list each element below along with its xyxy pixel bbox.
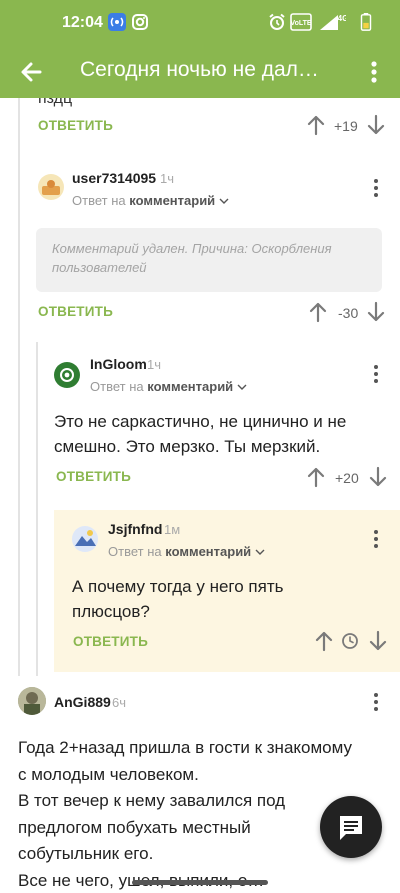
- post-title: Сегодня ночью не дал…: [80, 58, 319, 81]
- comment-text: Это не саркастично, не цинично и не смеш…: [54, 412, 347, 456]
- status-time: 12:04: [62, 14, 103, 31]
- status-bar: 12:04 VoLTE 4G: [0, 0, 400, 46]
- reply-to-line[interactable]: Ответ на комментарий: [108, 544, 265, 559]
- comment-age: 1ч: [160, 171, 175, 186]
- gesture-nav-handle[interactable]: [132, 880, 268, 885]
- upvote-icon[interactable]: [306, 466, 326, 488]
- chevron-down-icon: [255, 549, 265, 555]
- comment-score: -30: [338, 305, 359, 321]
- avatar[interactable]: [18, 687, 46, 715]
- avatar[interactable]: [54, 362, 80, 388]
- reply-button[interactable]: ОТВЕТИТЬ: [38, 304, 113, 319]
- reply-to-target: комментарий: [129, 193, 216, 208]
- back-arrow-icon[interactable]: [16, 56, 48, 88]
- comment-menu-icon[interactable]: [368, 176, 384, 200]
- reply-to-prefix: Ответ на: [90, 379, 144, 394]
- pending-clock-icon: [342, 633, 358, 649]
- reply-to-target: комментарий: [165, 544, 252, 559]
- signal-icon: 4G: [320, 14, 346, 30]
- comment-menu-icon[interactable]: [368, 362, 384, 386]
- avatar[interactable]: [72, 526, 98, 552]
- comment-menu-icon[interactable]: [368, 690, 384, 714]
- comment-author[interactable]: Jsjfnfnd: [108, 521, 162, 537]
- comment-age: 1м: [164, 522, 181, 537]
- avatar-image: [18, 687, 46, 715]
- downvote-icon[interactable]: [366, 114, 386, 136]
- comments-feed[interactable]: пздц ОТВЕТИТЬ +19 user7314095 1ч Ответ н…: [0, 98, 400, 893]
- chevron-down-icon: [237, 384, 247, 390]
- reply-to-prefix: Ответ на: [108, 544, 162, 559]
- reply-button[interactable]: ОТВЕТИТЬ: [73, 634, 148, 649]
- volte-label: VoLTE: [290, 20, 311, 27]
- volte-icon: VoLTE: [290, 13, 312, 31]
- upvote-icon[interactable]: [308, 301, 328, 323]
- comment-icon: [340, 816, 362, 840]
- reply-to-line[interactable]: Ответ на комментарий: [72, 193, 229, 208]
- reply-button[interactable]: ОТВЕТИТЬ: [38, 118, 113, 133]
- avatar-image: [60, 368, 74, 382]
- comment-text-line: с молодым человеком.: [18, 764, 199, 784]
- comment-age: 1ч: [147, 357, 162, 372]
- alarm-icon: [269, 13, 285, 30]
- reply-button[interactable]: ОТВЕТИТЬ: [56, 469, 131, 484]
- comment-age: 6ч: [112, 695, 127, 710]
- comment-text-fragment: пздц: [38, 98, 73, 107]
- downvote-icon[interactable]: [368, 466, 388, 488]
- upvote-icon[interactable]: [306, 114, 326, 136]
- reply-to-line[interactable]: Ответ на комментарий: [90, 379, 247, 394]
- avatar-image: [42, 180, 60, 195]
- comment-author[interactable]: user7314095: [72, 170, 156, 186]
- write-comment-button[interactable]: [320, 796, 382, 858]
- chevron-down-icon: [219, 198, 229, 204]
- comment-author[interactable]: InGloom: [90, 356, 147, 372]
- app-bar: Сегодня ночью не дал…: [0, 46, 400, 98]
- avatar-image: [72, 526, 98, 552]
- comment-score: +19: [334, 118, 358, 134]
- battery-icon: [360, 13, 372, 31]
- overflow-menu-icon[interactable]: [362, 56, 386, 88]
- upvote-icon[interactable]: [314, 630, 334, 652]
- downvote-icon[interactable]: [368, 630, 388, 652]
- avatar[interactable]: [38, 174, 64, 200]
- thread-line: [18, 98, 20, 676]
- comment-menu-icon[interactable]: [368, 527, 384, 551]
- wifi-calling-icon: [108, 13, 126, 31]
- reply-to-target: комментарий: [147, 379, 234, 394]
- thread-line: [36, 342, 38, 676]
- deleted-comment-notice: Комментарий удален. Причина: Оскорбления…: [36, 228, 382, 292]
- instagram-icon: [132, 14, 148, 30]
- network-label: 4G: [338, 14, 346, 23]
- comment-author[interactable]: AnGi889: [54, 694, 111, 710]
- reply-to-prefix: Ответ на: [72, 193, 126, 208]
- comment-score: +20: [335, 470, 359, 486]
- comment-text-line: Года 2+назад пришла в гости к знакомому: [18, 738, 353, 757]
- downvote-icon[interactable]: [366, 301, 386, 323]
- comment-text: А почему тогда у него пять плюсцов?: [72, 577, 284, 621]
